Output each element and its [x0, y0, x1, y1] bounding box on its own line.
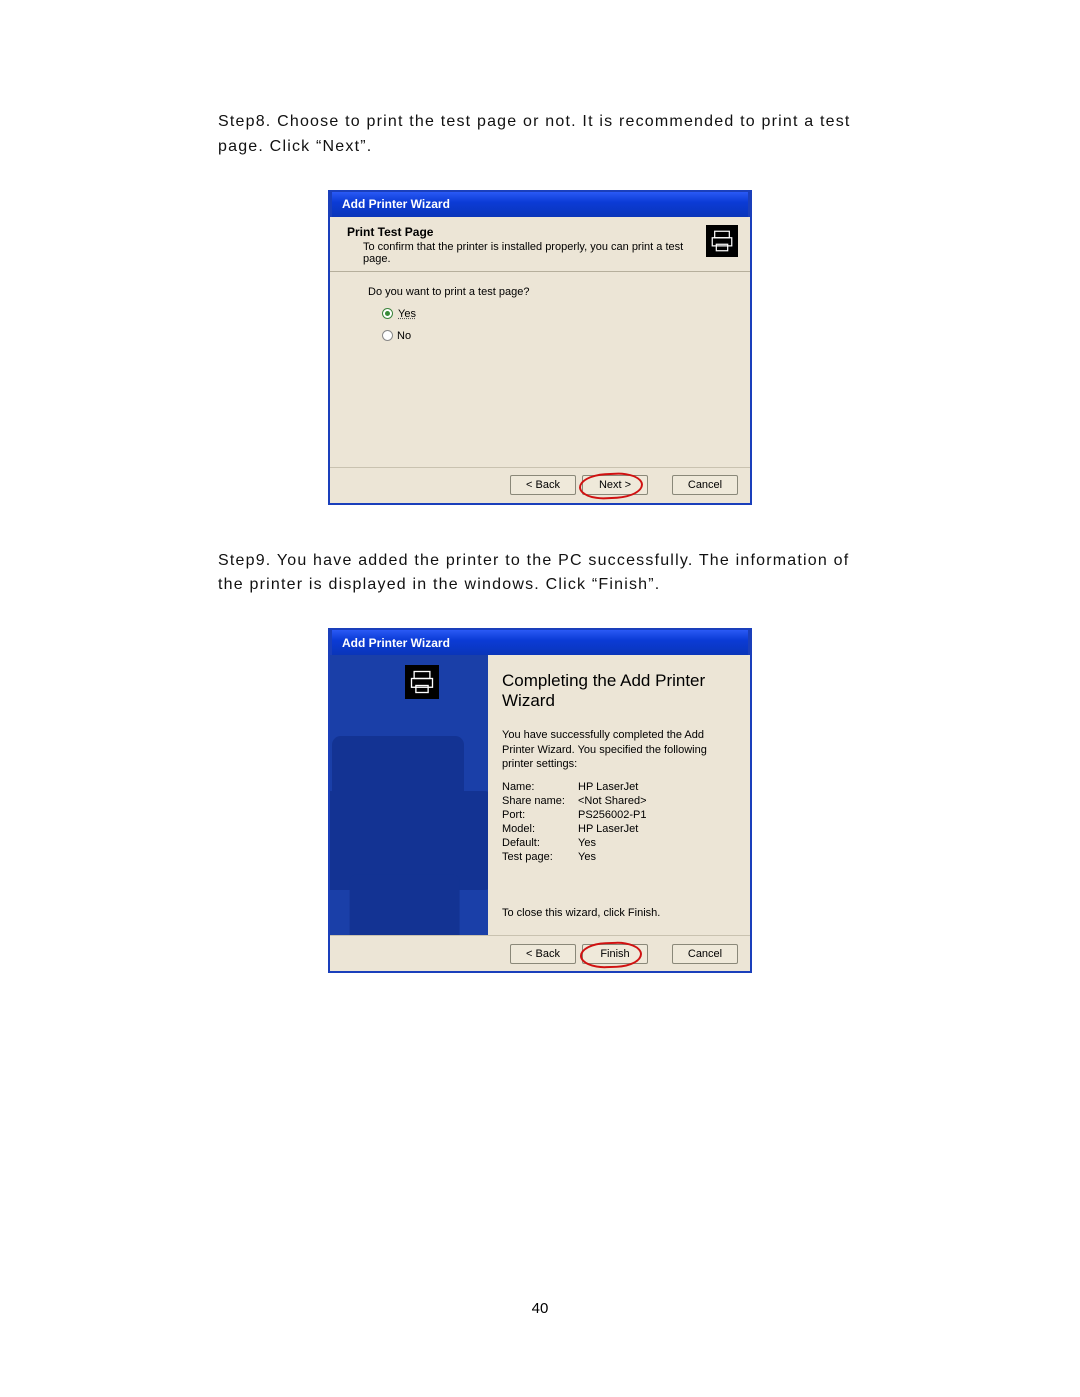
titlebar: Add Printer Wizard: [330, 628, 750, 655]
printer-icon: [706, 225, 738, 257]
header-title: Print Test Page: [347, 225, 698, 239]
radio-yes-label: Yes: [397, 308, 417, 320]
step8-text: Step8. Choose to print the test page or …: [218, 110, 880, 160]
document-page: Step8. Choose to print the test page or …: [0, 0, 1080, 1397]
question-text: Do you want to print a test page?: [368, 286, 730, 298]
radio-no[interactable]: No: [382, 330, 730, 342]
close-instruction: To close this wizard, click Finish.: [502, 907, 736, 919]
side-graphic: [330, 655, 488, 935]
row-share: Share name:<Not Shared>: [502, 795, 736, 807]
wizard-footer: < Back Next > Cancel: [330, 467, 750, 503]
window-title: Add Printer Wizard: [342, 636, 450, 650]
titlebar: Add Printer Wizard: [330, 190, 750, 217]
completing-heading: Completing the Add Printer Wizard: [502, 671, 736, 710]
radio-no-label: No: [397, 330, 411, 342]
step9-text: Step9. You have added the printer to the…: [218, 549, 880, 599]
radio-dot-icon: [382, 308, 393, 319]
page-number: 40: [0, 1300, 1080, 1317]
wizard-footer: < Back Finish Cancel: [330, 935, 750, 971]
cancel-button[interactable]: Cancel: [672, 944, 738, 964]
printer-icon: [405, 665, 439, 699]
row-testpage: Test page:Yes: [502, 851, 736, 863]
header-subtitle: To confirm that the printer is installed…: [363, 241, 698, 265]
radio-dot-icon: [382, 330, 393, 341]
wizard-body: Do you want to print a test page? Yes No: [330, 272, 750, 467]
window-title: Add Printer Wizard: [342, 197, 450, 211]
finish-button[interactable]: Finish: [582, 944, 648, 964]
wizard-header: Print Test Page To confirm that the prin…: [330, 217, 750, 272]
completing-subtext: You have successfully completed the Add …: [502, 728, 736, 771]
row-default: Default:Yes: [502, 837, 736, 849]
back-button[interactable]: < Back: [510, 944, 576, 964]
wizard-completing: Add Printer Wizard Completing the Add Pr…: [328, 628, 752, 973]
back-button[interactable]: < Back: [510, 475, 576, 495]
finish-content: Completing the Add Printer Wizard You ha…: [488, 655, 750, 935]
wizard-body: Completing the Add Printer Wizard You ha…: [330, 655, 750, 935]
next-button[interactable]: Next >: [582, 475, 648, 495]
row-name: Name:HP LaserJet: [502, 781, 736, 793]
wizard-print-test-page: Add Printer Wizard Print Test Page To co…: [328, 190, 752, 505]
radio-yes[interactable]: Yes: [382, 308, 730, 320]
row-model: Model:HP LaserJet: [502, 823, 736, 835]
printer-illustration-icon: [330, 725, 488, 935]
cancel-button[interactable]: Cancel: [672, 475, 738, 495]
row-port: Port:PS256002-P1: [502, 809, 736, 821]
